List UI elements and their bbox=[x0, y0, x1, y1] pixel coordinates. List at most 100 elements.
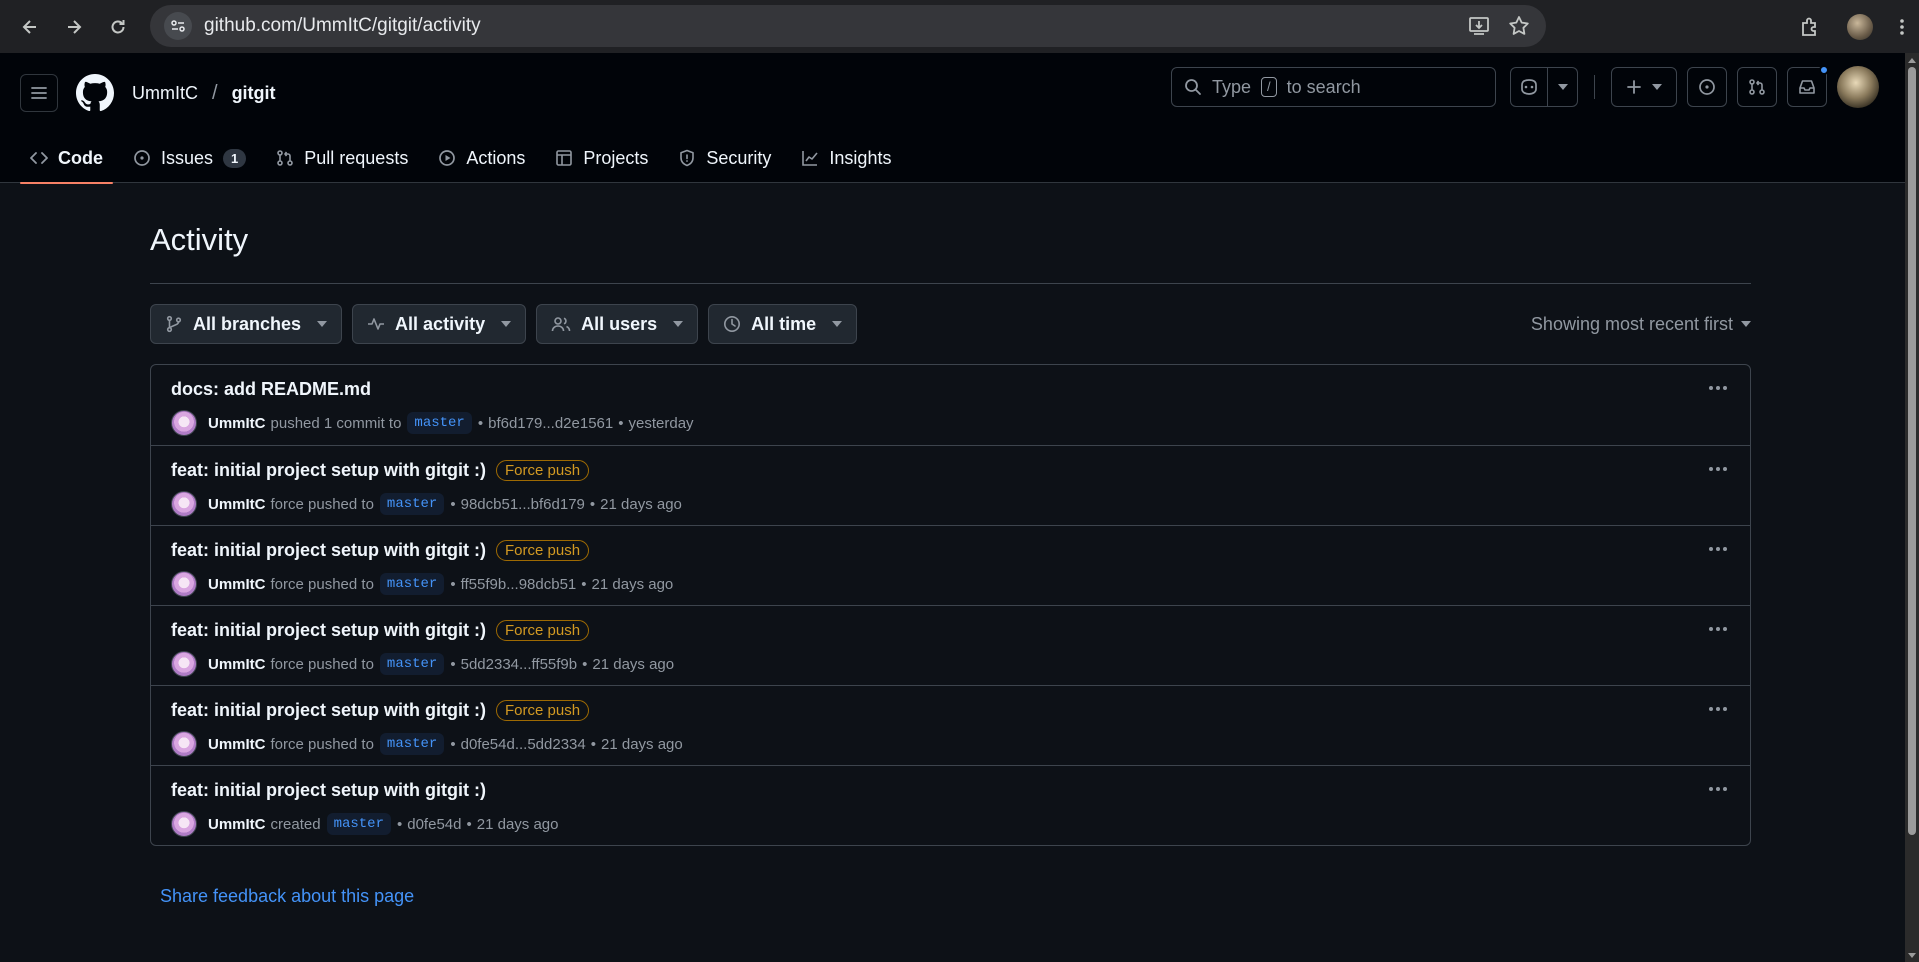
hamburger-menu-icon[interactable] bbox=[20, 74, 58, 112]
actor-avatar[interactable] bbox=[171, 571, 197, 597]
copilot-dropdown-button[interactable] bbox=[1548, 67, 1578, 107]
scrollbar-thumb[interactable] bbox=[1908, 67, 1916, 835]
commit-message-link[interactable]: feat: initial project setup with gitgit … bbox=[171, 460, 486, 481]
commit-range-link[interactable]: d0fe54d bbox=[407, 816, 461, 833]
profile-avatar[interactable] bbox=[1847, 13, 1873, 40]
back-arrow-icon[interactable] bbox=[12, 9, 48, 45]
actor-name-link[interactable]: UmmItC bbox=[208, 576, 266, 593]
actor-avatar[interactable] bbox=[171, 410, 197, 436]
tab-actions[interactable]: Actions bbox=[428, 133, 535, 183]
repo-link[interactable]: gitgit bbox=[232, 83, 276, 104]
graph-icon bbox=[801, 149, 819, 167]
owner-link[interactable]: UmmItC bbox=[132, 83, 198, 104]
create-new-button[interactable] bbox=[1611, 67, 1677, 107]
activity-title-row: feat: initial project setup with gitgit … bbox=[171, 459, 1730, 481]
actor-name-link[interactable]: UmmItC bbox=[208, 656, 266, 673]
search-icon bbox=[1184, 78, 1202, 96]
activity-meta: UmmItC force pushed to master • d0fe54d...5d… bbox=[171, 731, 1730, 757]
kebab-menu-icon[interactable] bbox=[1708, 786, 1728, 792]
install-app-icon[interactable] bbox=[1468, 15, 1490, 37]
activity-time: yesterday bbox=[628, 414, 694, 432]
commit-message-link[interactable]: feat: initial project setup with gitgit … bbox=[171, 700, 486, 721]
kebab-menu-icon[interactable] bbox=[1708, 385, 1728, 391]
actor-avatar[interactable] bbox=[171, 651, 197, 677]
activity-meta: UmmItC created master • d0fe54d • 21 days ago bbox=[171, 811, 1730, 837]
activity-meta: UmmItC force pushed to master • 5dd2334...ff… bbox=[171, 651, 1730, 677]
meta-separator: • bbox=[581, 575, 587, 593]
activity-meta: UmmItC force pushed to master • 98dcb51...bf… bbox=[171, 491, 1730, 517]
time-filter-label: All time bbox=[751, 313, 817, 334]
tab-issues[interactable]: Issues 1 bbox=[123, 133, 256, 183]
sort-order-dropdown[interactable]: Showing most recent first bbox=[1531, 314, 1751, 335]
activity-filter-button[interactable]: All activity bbox=[352, 304, 527, 344]
actor-name-link[interactable]: UmmItC bbox=[208, 736, 266, 753]
tab-code[interactable]: Code bbox=[20, 133, 113, 184]
kebab-menu-icon[interactable] bbox=[1708, 626, 1728, 632]
github-logo-icon[interactable] bbox=[76, 74, 114, 112]
activity-list: docs: add README.md UmmItC pushed 1 commit… bbox=[150, 364, 1751, 846]
branch-filter-button[interactable]: All branches bbox=[150, 304, 343, 344]
tab-projects[interactable]: Projects bbox=[545, 133, 658, 183]
issues-button[interactable] bbox=[1687, 67, 1727, 107]
time-filter-button[interactable]: All time bbox=[708, 304, 858, 344]
commit-range-link[interactable]: 5dd2334...ff55f9b bbox=[461, 656, 578, 673]
feedback-link[interactable]: Share feedback about this page bbox=[160, 886, 1751, 907]
user-filter-button[interactable]: All users bbox=[536, 304, 699, 344]
actor-avatar[interactable] bbox=[171, 811, 197, 837]
branch-label[interactable]: master bbox=[379, 573, 445, 595]
reload-icon[interactable] bbox=[100, 9, 136, 45]
meta-separator: • bbox=[450, 735, 456, 753]
scroll-up-arrow-icon[interactable] bbox=[1905, 53, 1919, 67]
search-input[interactable]: Type / to search bbox=[1171, 67, 1496, 107]
tab-pull-requests[interactable]: Pull requests bbox=[266, 133, 418, 183]
actor-name-link[interactable]: UmmItC bbox=[208, 415, 266, 432]
action-text: created bbox=[270, 815, 321, 833]
commit-message-link[interactable]: feat: initial project setup with gitgit … bbox=[171, 540, 486, 561]
meta-separator: • bbox=[618, 414, 624, 432]
commit-range-link[interactable]: d0fe54d...5dd2334 bbox=[461, 736, 586, 753]
chevron-down-icon bbox=[1557, 84, 1568, 90]
chevron-down-icon bbox=[673, 321, 684, 327]
actor-avatar[interactable] bbox=[171, 731, 197, 757]
browser-menu-icon[interactable] bbox=[1899, 17, 1905, 37]
force-push-label: Force push bbox=[496, 699, 590, 721]
bookmark-star-icon[interactable] bbox=[1508, 15, 1530, 37]
kebab-menu-icon[interactable] bbox=[1708, 466, 1728, 472]
commit-message-link[interactable]: feat: initial project setup with gitgit … bbox=[171, 620, 486, 641]
commit-range-link[interactable]: ff55f9b...98dcb51 bbox=[461, 576, 577, 593]
kebab-menu-icon[interactable] bbox=[1708, 546, 1728, 552]
branch-label[interactable]: master bbox=[326, 813, 391, 835]
tab-insights[interactable]: Insights bbox=[791, 133, 901, 183]
branch-label[interactable]: master bbox=[407, 412, 472, 434]
copilot-button[interactable] bbox=[1510, 67, 1548, 107]
commit-message-link[interactable]: feat: initial project setup with gitgit … bbox=[171, 780, 486, 801]
actor-avatar[interactable] bbox=[171, 491, 197, 517]
actor-name-link[interactable]: UmmItC bbox=[208, 496, 266, 513]
tab-label: Actions bbox=[466, 147, 526, 168]
actor-name-link[interactable]: UmmItC bbox=[208, 816, 266, 833]
commit-message-link[interactable]: docs: add README.md bbox=[171, 379, 371, 400]
commit-range-link[interactable]: bf6d179...d2e1561 bbox=[488, 415, 613, 432]
play-icon bbox=[438, 149, 456, 167]
forward-arrow-icon[interactable] bbox=[56, 9, 92, 45]
pull-requests-button[interactable] bbox=[1737, 67, 1777, 107]
tab-label: Code bbox=[58, 147, 103, 168]
branch-label[interactable]: master bbox=[379, 493, 445, 515]
extensions-icon[interactable] bbox=[1799, 16, 1821, 38]
page-scrollbar[interactable] bbox=[1905, 53, 1919, 962]
site-info-icon[interactable] bbox=[164, 12, 192, 40]
user-avatar[interactable] bbox=[1837, 66, 1879, 108]
tab-security[interactable]: Security bbox=[668, 133, 781, 183]
activity-filter-label: All activity bbox=[395, 313, 486, 334]
address-bar[interactable]: github.com/UmmItC/gitgit/activity bbox=[150, 5, 1546, 47]
pull-request-icon bbox=[276, 149, 294, 167]
activity-row: feat: initial project setup with gitgit … bbox=[151, 685, 1750, 765]
scroll-down-arrow-icon[interactable] bbox=[1905, 948, 1919, 962]
meta-separator: • bbox=[450, 575, 456, 593]
branch-label[interactable]: master bbox=[379, 653, 445, 675]
commit-range-link[interactable]: 98dcb51...bf6d179 bbox=[461, 496, 585, 513]
activity-row: feat: initial project setup with gitgit … bbox=[151, 445, 1750, 525]
kebab-menu-icon[interactable] bbox=[1708, 706, 1728, 712]
branch-label[interactable]: master bbox=[379, 733, 445, 755]
copilot-icon bbox=[1519, 78, 1539, 96]
